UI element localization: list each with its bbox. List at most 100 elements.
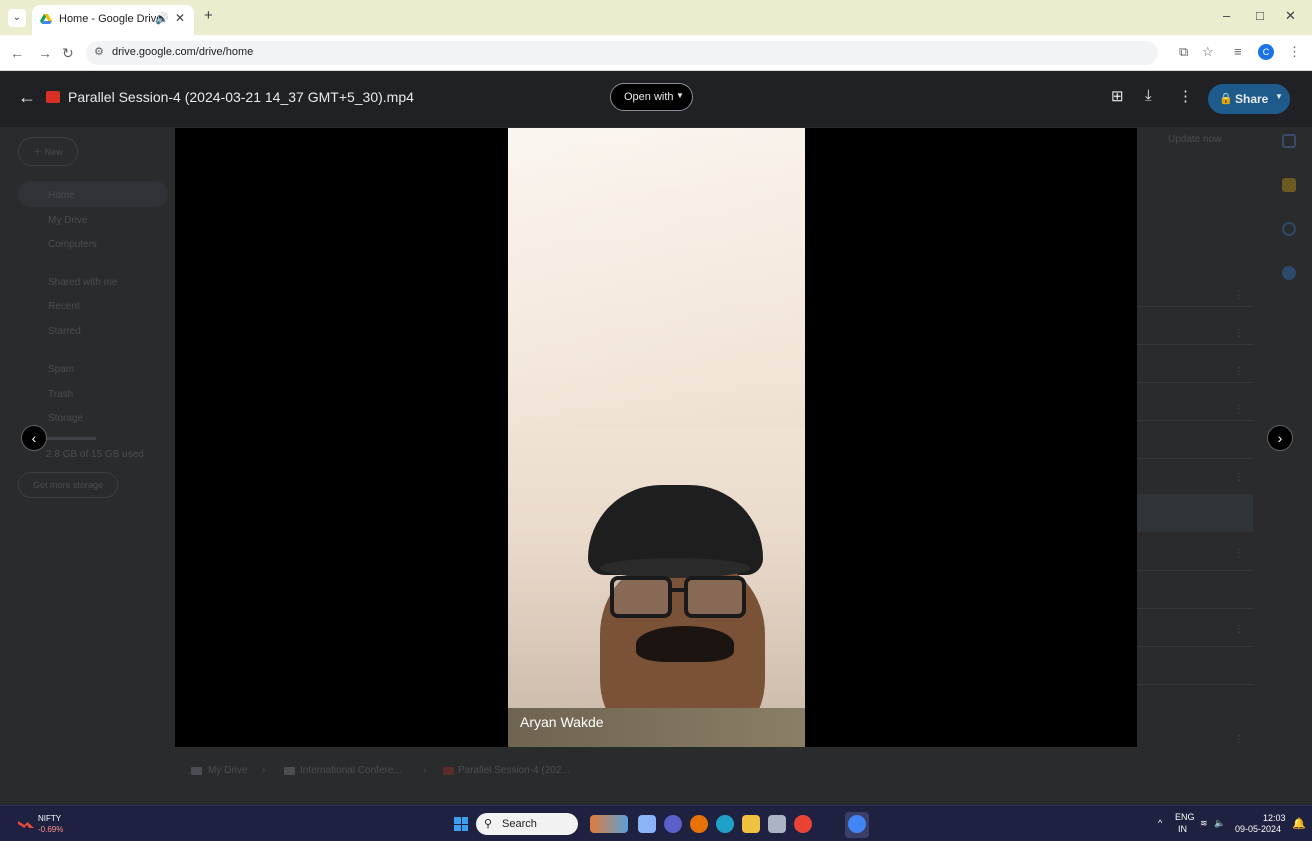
get-storage-button: Get more storage xyxy=(18,472,119,498)
participant-name: Aryan Wakde xyxy=(520,714,604,730)
open-with-button[interactable]: Open with ▼ xyxy=(610,83,693,111)
region-code: IN xyxy=(1178,824,1187,834)
more-vert-icon: ⋮ xyxy=(1234,366,1244,377)
sidebar-item-spam: Spam xyxy=(48,364,75,375)
search-label: Search xyxy=(502,818,537,830)
new-button: ＋ New xyxy=(18,137,78,166)
tab-title: Home - Google Drive xyxy=(59,13,163,25)
glasses-left-lens xyxy=(610,576,672,618)
windows-start-icon[interactable] xyxy=(454,817,468,831)
url-text[interactable]: drive.google.com/drive/home xyxy=(112,46,253,58)
mustache-shape xyxy=(636,626,734,662)
video-player[interactable]: Aryan Wakde xyxy=(175,128,1137,747)
chrome-profile-icon[interactable] xyxy=(794,815,812,833)
clock-time[interactable]: 12:03 xyxy=(1263,813,1286,823)
new-tab-button[interactable]: + xyxy=(204,7,213,24)
selected-file-row xyxy=(1137,494,1253,532)
cap-brim-shape xyxy=(600,558,750,578)
edge-icon[interactable] xyxy=(716,815,734,833)
file-row-divider xyxy=(1137,646,1253,647)
browser-tab-bar: ⌄ Home - Google Drive 🔊 ✕ + – □ ✕ xyxy=(0,0,1312,35)
more-vert-icon: ⋮ xyxy=(1234,328,1244,339)
download-icon[interactable]: ⤓ xyxy=(1145,87,1152,104)
more-vert-icon: ⋮ xyxy=(1234,290,1244,301)
add-shortcut-icon[interactable]: ⊞ xyxy=(1111,87,1124,105)
notepad-icon[interactable] xyxy=(768,815,786,833)
bookmark-star-icon[interactable]: ☆ xyxy=(1202,44,1214,60)
storage-bar xyxy=(46,437,96,440)
back-arrow-icon[interactable]: ← xyxy=(18,87,36,108)
side-panel-rail xyxy=(1270,120,1312,805)
restore-button[interactable]: □ xyxy=(1256,8,1264,23)
minimize-button[interactable]: – xyxy=(1223,8,1230,23)
browser-toolbar: ← → ↻ ⚙ drive.google.com/drive/home ⧉ ☆ … xyxy=(0,35,1312,71)
sidebar-item-starred: Starred xyxy=(48,326,81,337)
next-file-button[interactable]: › xyxy=(1267,425,1293,451)
file-row-divider xyxy=(1137,420,1253,421)
window-close-button[interactable]: ✕ xyxy=(1285,8,1296,24)
more-options-icon[interactable]: ⋮ xyxy=(1178,87,1193,105)
breadcrumb-separator: › xyxy=(262,765,266,776)
keep-icon xyxy=(1282,178,1296,192)
taskbar-search[interactable]: ⚲ Search xyxy=(476,813,578,835)
chat-icon[interactable] xyxy=(664,815,682,833)
file-row-divider xyxy=(1137,344,1253,345)
calendar-icon xyxy=(1282,134,1296,148)
notification-bell-icon[interactable]: 🔔 xyxy=(1292,817,1306,830)
share-label: Share xyxy=(1235,92,1269,106)
more-menu-icon[interactable]: ⋮ xyxy=(1288,44,1301,60)
chevron-up-icon[interactable]: ^ xyxy=(1158,818,1162,828)
wifi-icon[interactable]: ≋ xyxy=(1200,818,1208,829)
chrome-icon[interactable] xyxy=(690,815,708,833)
more-vert-icon: ⋮ xyxy=(1234,624,1244,635)
forward-arrow-icon[interactable]: → xyxy=(38,45,52,61)
breadcrumb-my-drive: My Drive xyxy=(208,765,248,776)
ticker-name[interactable]: NIFTY xyxy=(38,814,61,823)
file-explorer-icon[interactable] xyxy=(742,815,760,833)
reload-icon[interactable]: ↻ xyxy=(62,45,74,62)
more-vert-icon: ⋮ xyxy=(1234,548,1244,559)
google-drive-icon xyxy=(40,14,52,24)
chrome-active-icon[interactable] xyxy=(848,815,866,833)
screen-share-icon[interactable]: ⧉ xyxy=(1179,44,1188,60)
sidebar-item-storage: Storage xyxy=(48,413,84,424)
glasses-bridge xyxy=(670,588,684,592)
site-settings-icon[interactable]: ⚙ xyxy=(94,45,104,58)
clock-date[interactable]: 09-05-2024 xyxy=(1235,824,1281,834)
file-row-divider xyxy=(1137,570,1253,571)
sidebar-item-my-drive: My Drive xyxy=(48,215,88,226)
reading-list-icon[interactable]: ≡ xyxy=(1234,44,1242,59)
windows-taskbar: NIFTY -0.69% ⚲ Search ^ ENG IN ≋ 🔈 12:03… xyxy=(0,805,1312,841)
video-file-icon xyxy=(46,91,60,103)
tab-close-icon[interactable]: ✕ xyxy=(175,11,185,25)
storage-text: 2.8 GB of 15 GB used xyxy=(46,449,144,460)
share-dropdown-icon[interactable]: ▼ xyxy=(1275,92,1283,101)
viewer-header: ← Parallel Session-4 (2024-03-21 14_37 G… xyxy=(0,71,1312,127)
volume-icon[interactable]: 🔈 xyxy=(1214,818,1225,829)
breadcrumb-separator: › xyxy=(423,765,427,776)
chevron-down-icon[interactable]: ⌄ xyxy=(8,9,26,27)
task-view-icon[interactable] xyxy=(638,815,656,833)
sidebar-item-shared: Shared with me xyxy=(48,277,118,288)
stock-trend-icon xyxy=(18,821,34,828)
browser-tab[interactable]: Home - Google Drive 🔊 ✕ xyxy=(32,5,194,35)
more-vert-icon: ⋮ xyxy=(1234,734,1244,745)
folder-icon xyxy=(284,767,295,775)
drive-icon xyxy=(191,767,202,775)
widget-icon[interactable] xyxy=(590,815,628,833)
previous-file-button[interactable]: ‹ xyxy=(21,425,47,451)
video-frame: Aryan Wakde xyxy=(508,128,805,747)
back-arrow-icon[interactable]: ← xyxy=(10,45,24,61)
sidebar-item-computers: Computers xyxy=(48,239,97,250)
breadcrumb-folder: International Confere... xyxy=(300,765,402,776)
file-row-divider xyxy=(1137,608,1253,609)
speaker-icon[interactable]: 🔊 xyxy=(155,12,169,25)
file-row-divider xyxy=(1137,306,1253,307)
share-button[interactable]: 🔒 Share ▼ xyxy=(1208,84,1290,114)
lock-icon: 🔒 xyxy=(1219,93,1233,105)
address-bar[interactable]: ⚙ drive.google.com/drive/home xyxy=(86,41,1158,65)
video-file-icon xyxy=(443,767,454,775)
language-code[interactable]: ENG xyxy=(1175,812,1195,822)
ticker-change: -0.69% xyxy=(38,825,64,834)
profile-avatar[interactable]: C xyxy=(1258,44,1274,60)
